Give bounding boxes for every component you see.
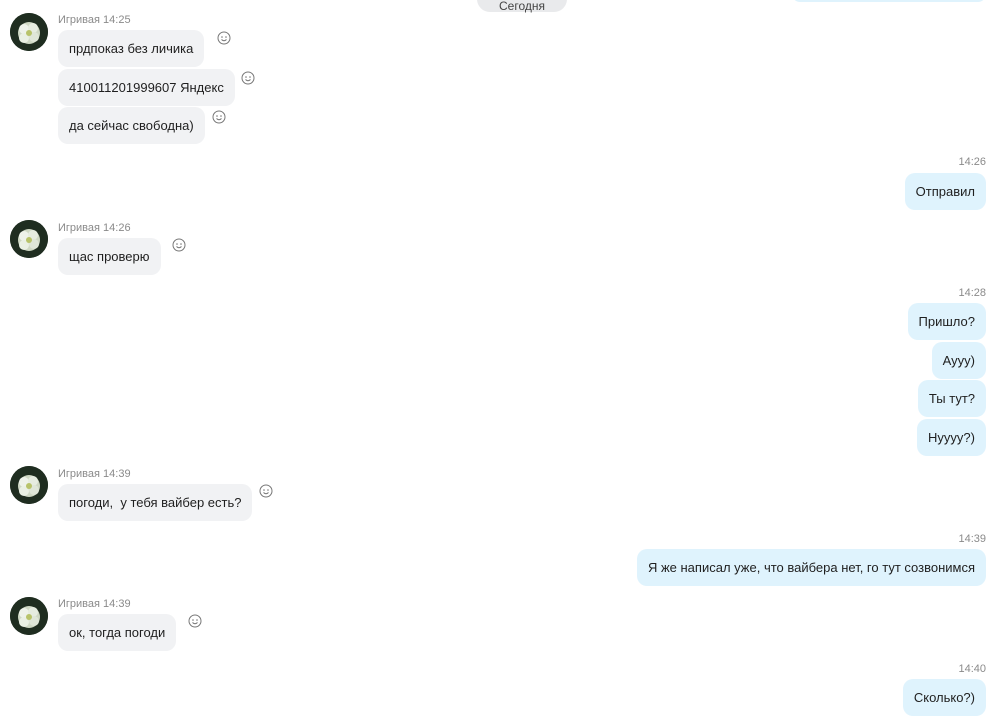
message-meta: Игривая 14:26 (58, 222, 131, 234)
flower-avatar-icon (10, 466, 48, 504)
smiley-icon[interactable] (241, 71, 255, 85)
avatar[interactable] (10, 220, 48, 258)
date-divider: Сегодня (477, 0, 567, 13)
outgoing-message[interactable]: Сколько?) (902, 679, 986, 716)
flower-avatar-icon (10, 597, 48, 635)
incoming-message[interactable]: щас проверю (58, 238, 161, 275)
message-time: 14:28 (958, 287, 986, 299)
message-meta: Игривая 14:39 (58, 598, 131, 610)
smiley-icon[interactable] (172, 238, 186, 252)
message-meta: Игривая 14:39 (58, 468, 131, 480)
incoming-message[interactable]: да сейчас свободна) (58, 107, 205, 144)
smiley-icon[interactable] (212, 110, 226, 124)
message-time: 14:39 (958, 533, 986, 545)
outgoing-message[interactable]: Пришло? (907, 303, 986, 340)
flower-avatar-icon (10, 220, 48, 258)
incoming-message[interactable]: ок, тогда погоди (58, 614, 177, 651)
avatar[interactable] (10, 466, 48, 504)
smiley-icon[interactable] (259, 484, 273, 498)
incoming-message[interactable]: прдпоказ без личика (58, 30, 205, 67)
avatar[interactable] (10, 13, 48, 51)
smiley-icon[interactable] (217, 31, 231, 45)
avatar[interactable] (10, 597, 48, 635)
flower-avatar-icon (10, 13, 48, 51)
outgoing-bubble-partial[interactable] (792, 0, 986, 2)
outgoing-message[interactable]: Отправил (904, 173, 986, 210)
message-time: 14:26 (958, 156, 986, 168)
outgoing-message[interactable]: Я же написал уже, что вайбера нет, го ту… (636, 549, 986, 586)
outgoing-message[interactable]: Нуууу?) (917, 419, 986, 456)
smiley-icon[interactable] (188, 614, 202, 628)
message-time: 14:40 (958, 663, 986, 675)
outgoing-message[interactable]: Аууу) (931, 342, 986, 379)
message-meta: Игривая 14:25 (58, 14, 131, 26)
incoming-message[interactable]: погоди, у тебя вайбер есть? (58, 484, 253, 521)
incoming-message[interactable]: 410011201999607 Яндекс (58, 69, 235, 106)
outgoing-message[interactable]: Ты тут? (917, 380, 986, 417)
